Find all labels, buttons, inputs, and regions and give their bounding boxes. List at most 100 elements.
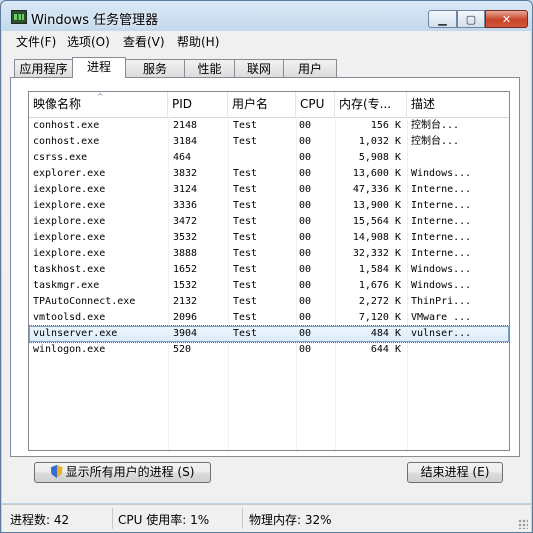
menu-help[interactable]: 帮助(H) xyxy=(177,33,219,50)
process-user-cell: Test xyxy=(233,280,258,291)
process-mem-cell: 14,908 K xyxy=(352,232,401,243)
process-user-cell: Test xyxy=(233,264,258,275)
process-row[interactable]: iexplore.exe 3124 Test 00 47,336 K Interne... xyxy=(29,182,509,198)
process-name-cell: iexplore.exe xyxy=(33,232,106,243)
process-mem-cell: 47,336 K xyxy=(352,184,401,195)
tab-networking[interactable]: 联网 xyxy=(234,59,284,77)
process-cpu-cell: 00 xyxy=(299,296,312,307)
process-list[interactable]: 映像名称 ^ PID 用户名 CPU 内存(专... 描述 conhost.ex… xyxy=(28,91,510,451)
menu-options[interactable]: 选项(O) xyxy=(67,33,110,50)
process-name-cell: conhost.exe xyxy=(33,136,100,147)
process-cpu-cell: 00 xyxy=(299,200,312,211)
tab-applications[interactable]: 应用程序 xyxy=(14,59,73,77)
process-mem-cell: 32,332 K xyxy=(352,248,401,259)
process-user-cell: Test xyxy=(233,136,258,147)
column-pid[interactable]: PID xyxy=(168,92,228,117)
status-divider xyxy=(112,508,113,529)
process-user-cell: Test xyxy=(233,216,258,227)
process-user-cell: Test xyxy=(233,296,258,307)
process-user-cell: Test xyxy=(233,328,258,339)
end-process-button[interactable]: 结束进程 (E) xyxy=(407,462,503,483)
process-row[interactable]: vulnserver.exe 3904 Test 00 484 K vulnser... xyxy=(29,325,509,343)
process-row[interactable]: winlogon.exe 520 00 644 K xyxy=(29,342,509,358)
menu-view[interactable]: 查看(V) xyxy=(123,33,165,50)
process-mem-cell: 7,120 K xyxy=(358,312,401,323)
menu-file[interactable]: 文件(F) xyxy=(16,33,56,50)
process-row[interactable]: conhost.exe 3184 Test 00 1,032 K 控制台... xyxy=(29,134,509,150)
tab-performance[interactable]: 性能 xyxy=(184,59,235,77)
process-pid-cell: 3124 xyxy=(173,184,198,195)
process-cpu-cell: 00 xyxy=(299,216,312,227)
tab-users[interactable]: 用户 xyxy=(283,59,337,77)
process-name-cell: vulnserver.exe xyxy=(33,328,118,339)
process-desc-cell: Interne... xyxy=(411,232,472,243)
column-image-name[interactable]: 映像名称 ^ xyxy=(29,92,168,117)
process-mem-cell: 1,032 K xyxy=(358,136,401,147)
title-bar[interactable]: Windows 任务管理器 ▁ ▢ ✕ xyxy=(1,1,532,31)
process-user-cell: Test xyxy=(233,168,258,179)
process-row[interactable]: taskhost.exe 1652 Test 00 1,584 K Windows... xyxy=(29,262,509,278)
process-cpu-cell: 00 xyxy=(299,280,312,291)
process-name-cell: winlogon.exe xyxy=(33,344,106,355)
process-pid-cell: 520 xyxy=(173,344,192,355)
process-pid-cell: 3904 xyxy=(173,328,198,339)
column-description[interactable]: 描述 xyxy=(407,92,509,117)
column-user[interactable]: 用户名 xyxy=(228,92,296,117)
process-desc-cell: VMware ... xyxy=(411,312,472,323)
process-row[interactable]: iexplore.exe 3888 Test 00 32,332 K Interne... xyxy=(29,246,509,262)
process-mem-cell: 13,600 K xyxy=(352,168,401,179)
process-user-cell: Test xyxy=(233,248,258,259)
status-memory-usage: 物理内存: 32% xyxy=(249,513,332,527)
process-row[interactable]: TPAutoConnect.exe 2132 Test 00 2,272 K ThinPr… xyxy=(29,294,509,310)
column-cpu[interactable]: CPU xyxy=(296,92,335,117)
process-cpu-cell: 00 xyxy=(299,248,312,259)
resize-grip-icon[interactable] xyxy=(518,519,528,529)
process-row[interactable]: taskmgr.exe 1532 Test 00 1,676 K Windows... xyxy=(29,278,509,294)
process-row[interactable]: vmtoolsd.exe 2096 Test 00 7,120 K VMware ... xyxy=(29,310,509,326)
show-all-users-button[interactable]: 显示所有用户的进程 (S) xyxy=(34,462,211,483)
close-button[interactable]: ✕ xyxy=(485,10,528,28)
column-memory[interactable]: 内存(专... xyxy=(335,92,407,117)
process-user-cell: Test xyxy=(233,312,258,323)
process-row[interactable]: explorer.exe 3832 Test 00 13,600 K Windows... xyxy=(29,166,509,182)
process-pid-cell: 3336 xyxy=(173,200,198,211)
tab-services[interactable]: 服务 xyxy=(125,59,185,77)
process-cpu-cell: 00 xyxy=(299,136,312,147)
process-cpu-cell: 00 xyxy=(299,184,312,195)
process-pid-cell: 2096 xyxy=(173,312,198,323)
uac-shield-icon xyxy=(50,465,63,478)
process-pid-cell: 1652 xyxy=(173,264,198,275)
process-desc-cell: Interne... xyxy=(411,200,472,211)
maximize-button[interactable]: ▢ xyxy=(457,10,485,28)
process-row[interactable]: iexplore.exe 3472 Test 00 15,564 K Interne... xyxy=(29,214,509,230)
process-pid-cell: 3184 xyxy=(173,136,198,147)
process-pid-cell: 2148 xyxy=(173,120,198,131)
process-mem-cell: 13,900 K xyxy=(352,200,401,211)
process-cpu-cell: 00 xyxy=(299,328,312,339)
process-pid-cell: 464 xyxy=(173,152,192,163)
process-desc-cell: Windows... xyxy=(411,280,472,291)
client-area: 应用程序 进程 服务 性能 联网 用户 映像名称 ^ PID 用户名 CPU 内… xyxy=(2,51,531,503)
process-name-cell: explorer.exe xyxy=(33,168,106,179)
process-row[interactable]: conhost.exe 2148 Test 00 156 K 控制台... xyxy=(29,118,509,134)
process-pid-cell: 3472 xyxy=(173,216,198,227)
process-desc-cell: Windows... xyxy=(411,264,472,275)
process-name-cell: iexplore.exe xyxy=(33,184,106,195)
process-row[interactable]: iexplore.exe 3532 Test 00 14,908 K Interne... xyxy=(29,230,509,246)
process-user-cell: Test xyxy=(233,120,258,131)
process-pid-cell: 3532 xyxy=(173,232,198,243)
process-cpu-cell: 00 xyxy=(299,264,312,275)
tab-processes[interactable]: 进程 xyxy=(72,57,126,78)
window-title: Windows 任务管理器 xyxy=(31,13,159,28)
minimize-button[interactable]: ▁ xyxy=(428,10,457,28)
process-name-cell: taskhost.exe xyxy=(33,264,106,275)
list-header: 映像名称 ^ PID 用户名 CPU 内存(专... 描述 xyxy=(29,92,509,118)
process-pid-cell: 3832 xyxy=(173,168,198,179)
process-mem-cell: 1,584 K xyxy=(358,264,401,275)
process-name-cell: vmtoolsd.exe xyxy=(33,312,106,323)
process-row[interactable]: csrss.exe 464 00 5,908 K xyxy=(29,150,509,166)
process-row[interactable]: iexplore.exe 3336 Test 00 13,900 K Interne... xyxy=(29,198,509,214)
process-cpu-cell: 00 xyxy=(299,168,312,179)
process-desc-cell: Interne... xyxy=(411,216,472,227)
process-name-cell: csrss.exe xyxy=(33,152,88,163)
